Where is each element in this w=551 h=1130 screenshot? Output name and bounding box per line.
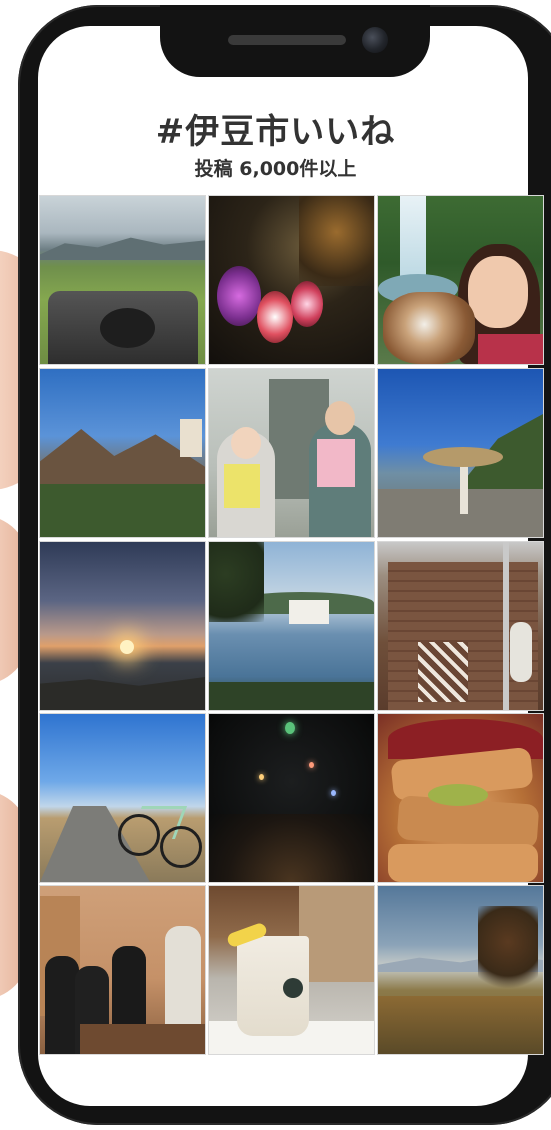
phone-notch xyxy=(160,5,430,77)
wooden-building-photo[interactable] xyxy=(377,541,544,711)
blue-sky-structure-photo[interactable] xyxy=(377,368,544,538)
waterfall-woman-dog-photo[interactable] xyxy=(377,195,544,365)
office-meeting-photo[interactable] xyxy=(39,885,206,1055)
rice-field-photo[interactable] xyxy=(39,195,206,365)
katsu-bowl-photo[interactable] xyxy=(377,713,544,883)
speaker-grille xyxy=(228,35,346,45)
post-count: 投稿 6,000件以上 xyxy=(194,158,357,180)
night-lanterns-photo[interactable] xyxy=(208,195,375,365)
sunset-sea-photo[interactable] xyxy=(39,541,206,711)
hashtag-title: #伊豆市いいね xyxy=(155,112,396,152)
two-people-poster-photo[interactable] xyxy=(208,368,375,538)
bay-hotel-photo[interactable] xyxy=(208,541,375,711)
bicycle-road-photo[interactable] xyxy=(39,713,206,883)
front-camera-icon xyxy=(362,27,388,53)
promo-illustration: #伊豆市いいね 投稿 6,000件以上 xyxy=(0,0,551,1130)
rocky-hill-photo[interactable] xyxy=(39,368,206,538)
drink-cup-photo[interactable] xyxy=(208,885,375,1055)
photo-grid xyxy=(39,195,545,1055)
floating-lanterns-photo[interactable] xyxy=(208,713,375,883)
autumn-hills-photo[interactable] xyxy=(377,885,544,1055)
